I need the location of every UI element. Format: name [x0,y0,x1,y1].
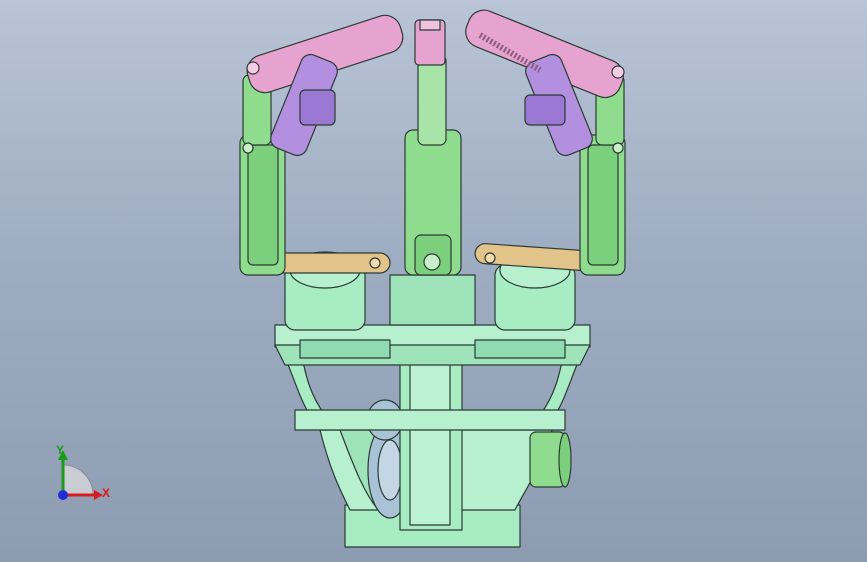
left-finger [239,14,404,276]
right-finger [465,9,626,276]
y-axis-label: Y [56,443,65,457]
axis-triad: X Y [48,440,118,510]
center-finger [404,19,462,276]
x-axis-label: X [102,486,111,500]
cad-viewport[interactable]: X Y [0,0,867,562]
gripper-model[interactable] [0,0,867,562]
